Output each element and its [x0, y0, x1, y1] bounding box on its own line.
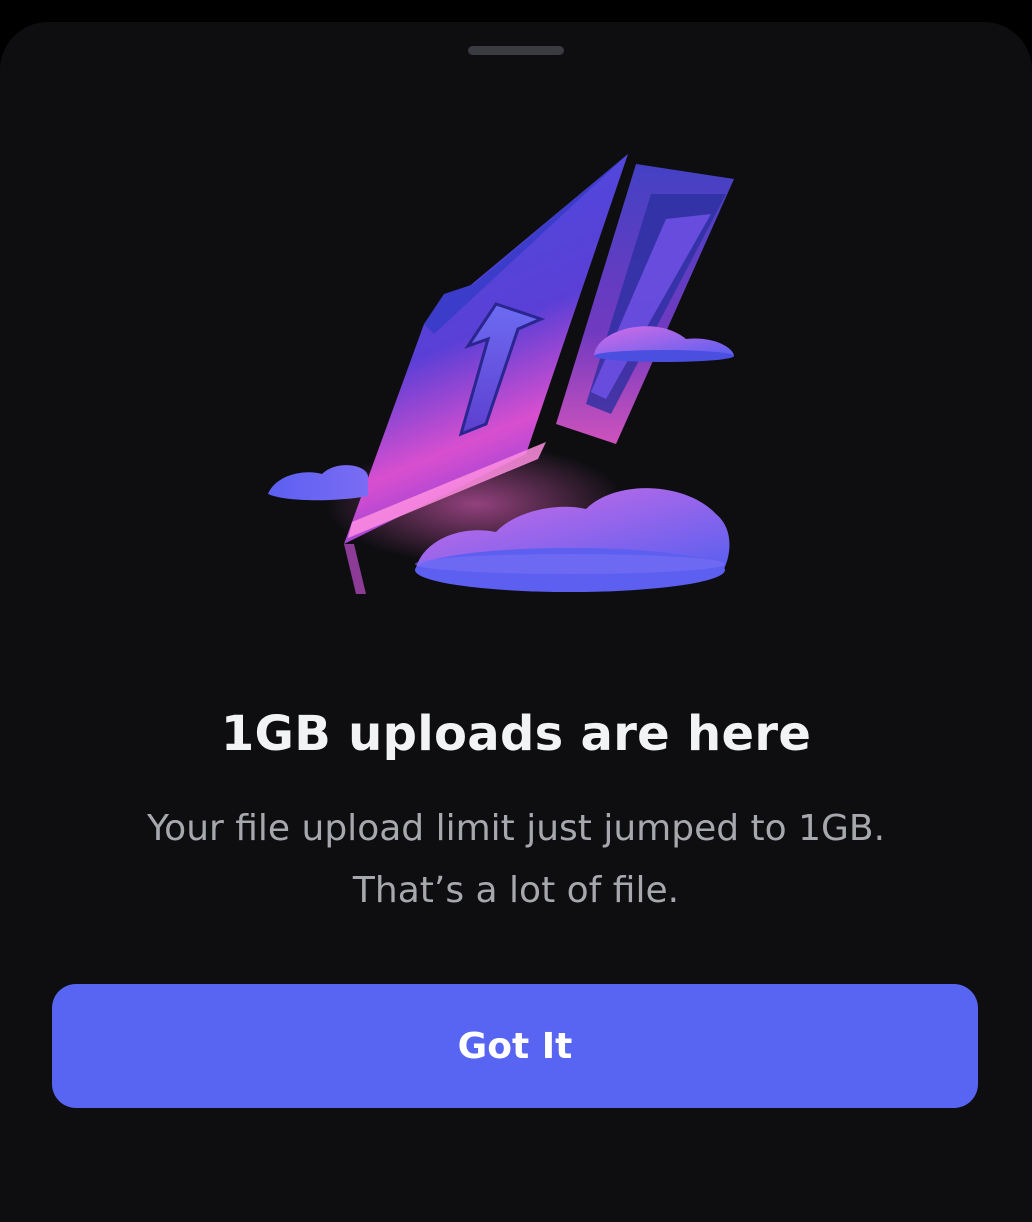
- sheet-description: Your file upload limit just jumped to 1G…: [80, 798, 952, 922]
- drag-handle[interactable]: [468, 46, 564, 55]
- got-it-button[interactable]: Got It: [52, 984, 978, 1108]
- bottom-sheet: 1GB uploads are here Your file upload li…: [0, 22, 1032, 1222]
- sheet-title: 1GB uploads are here: [220, 706, 812, 762]
- upload-folder-clouds-icon: [256, 124, 756, 614]
- description-line: Your file upload limit just jumped to 1G…: [146, 808, 886, 849]
- description-line: That’s a lot of file.: [352, 870, 680, 911]
